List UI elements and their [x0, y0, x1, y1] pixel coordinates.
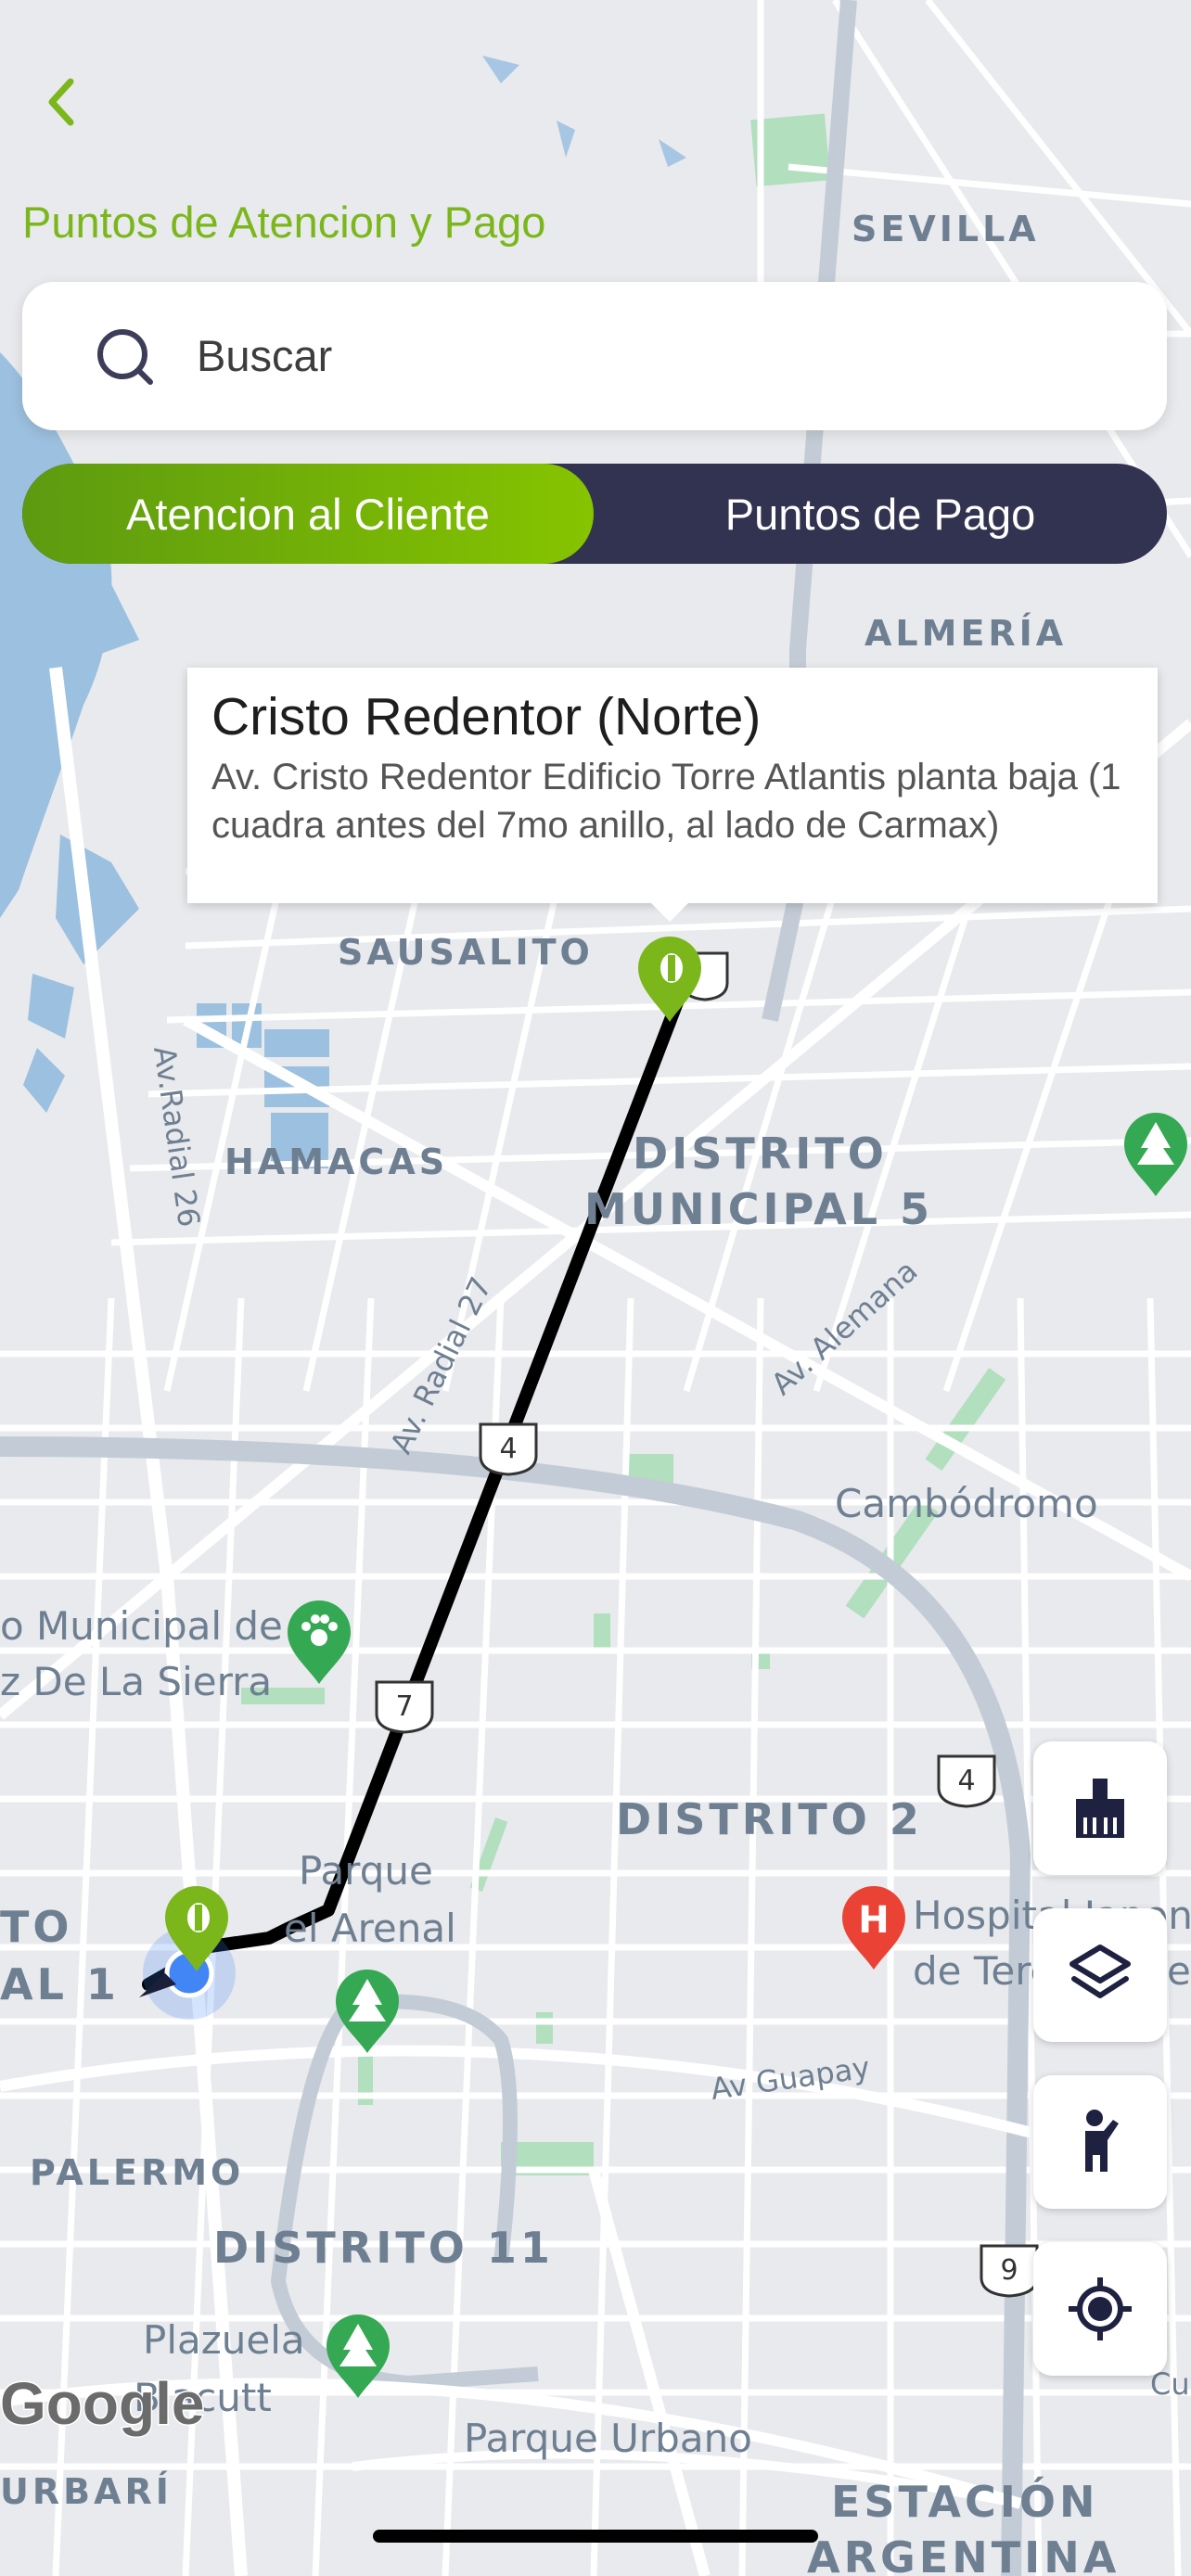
- category-toggle: Atencion al Cliente Puntos de Pago: [22, 464, 1167, 564]
- area-label-sausalito: SAUSALITO: [338, 932, 594, 973]
- chevron-left-icon: [48, 78, 74, 126]
- place-label-arenal-b: el Arenal: [284, 1906, 456, 1951]
- place-label-plazuela-a: Plazuela: [143, 2317, 305, 2363]
- info-window-pointer: [649, 901, 690, 922]
- svg-text:H: H: [858, 1899, 889, 1942]
- search-bar[interactable]: Buscar: [22, 282, 1167, 430]
- page-title: Puntos de Atencion y Pago: [22, 198, 546, 247]
- crosshair-icon: [1069, 2277, 1132, 2340]
- route-shield-label: 4: [499, 1433, 517, 1465]
- pegman-icon: [1085, 2110, 1119, 2172]
- area-label-distrito-2: DISTRITO 2: [616, 1794, 923, 1844]
- marker-info-window[interactable]: Cristo Redentor (Norte) Av. Cristo Reden…: [187, 668, 1158, 903]
- place-label-zoo-b: z De La Sierra: [0, 1659, 272, 1704]
- route-shield-label: 9: [1000, 2254, 1018, 2287]
- search-input[interactable]: Buscar: [197, 330, 332, 381]
- info-window-title: Cristo Redentor (Norte): [211, 687, 762, 746]
- area-label-urbari: URBARÍ: [0, 2471, 173, 2512]
- search-icon: [97, 329, 153, 385]
- clear-map-button[interactable]: [1033, 1741, 1167, 1875]
- area-label-hamacas: HAMACAS: [224, 1141, 448, 1182]
- tab-atencion-al-cliente[interactable]: Atencion al Cliente: [22, 464, 594, 564]
- layers-button[interactable]: [1033, 1908, 1167, 2042]
- place-label-cambodromo: Cambódromo: [835, 1481, 1098, 1526]
- broom-icon: [1076, 1779, 1124, 1838]
- area-label-cut-b: AL 1: [0, 1959, 120, 2009]
- tab-puntos-de-pago[interactable]: Puntos de Pago: [594, 464, 1167, 564]
- area-label-sevilla: SEVILLA: [852, 209, 1040, 249]
- back-button[interactable]: [37, 74, 87, 130]
- route-shield-label: 7: [395, 1690, 413, 1723]
- area-label-almeria: ALMERÍA: [864, 613, 1067, 654]
- area-label-estacion-a: ESTACIÓN: [831, 2477, 1098, 2527]
- area-label-estacion-b: ARGENTINA: [807, 2532, 1120, 2576]
- area-label-distrito-5b: MUNICIPAL 5: [584, 1184, 933, 1234]
- route-shield-label: 4: [957, 1765, 975, 1797]
- street-view-button[interactable]: [1033, 2075, 1167, 2209]
- info-window-address: Av. Cristo Redentor Edificio Torre Atlan…: [211, 757, 1121, 846]
- place-label-arenal-a: Parque: [299, 1848, 433, 1894]
- my-location-button[interactable]: [1033, 2242, 1167, 2376]
- google-attribution: Google: [0, 2370, 204, 2437]
- area-label-palermo: PALERMO: [30, 2152, 244, 2193]
- layers-icon: [1069, 1945, 1131, 1998]
- area-label-distrito-11: DISTRITO 11: [213, 2223, 554, 2273]
- place-label-zoo-a: o Municipal de: [0, 1603, 283, 1649]
- area-label-cut-a: TO: [0, 1902, 72, 1952]
- area-label-distrito-5a: DISTRITO: [633, 1129, 888, 1179]
- place-label-parque-urbano: Parque Urbano: [464, 2416, 752, 2461]
- home-indicator[interactable]: [373, 2530, 818, 2543]
